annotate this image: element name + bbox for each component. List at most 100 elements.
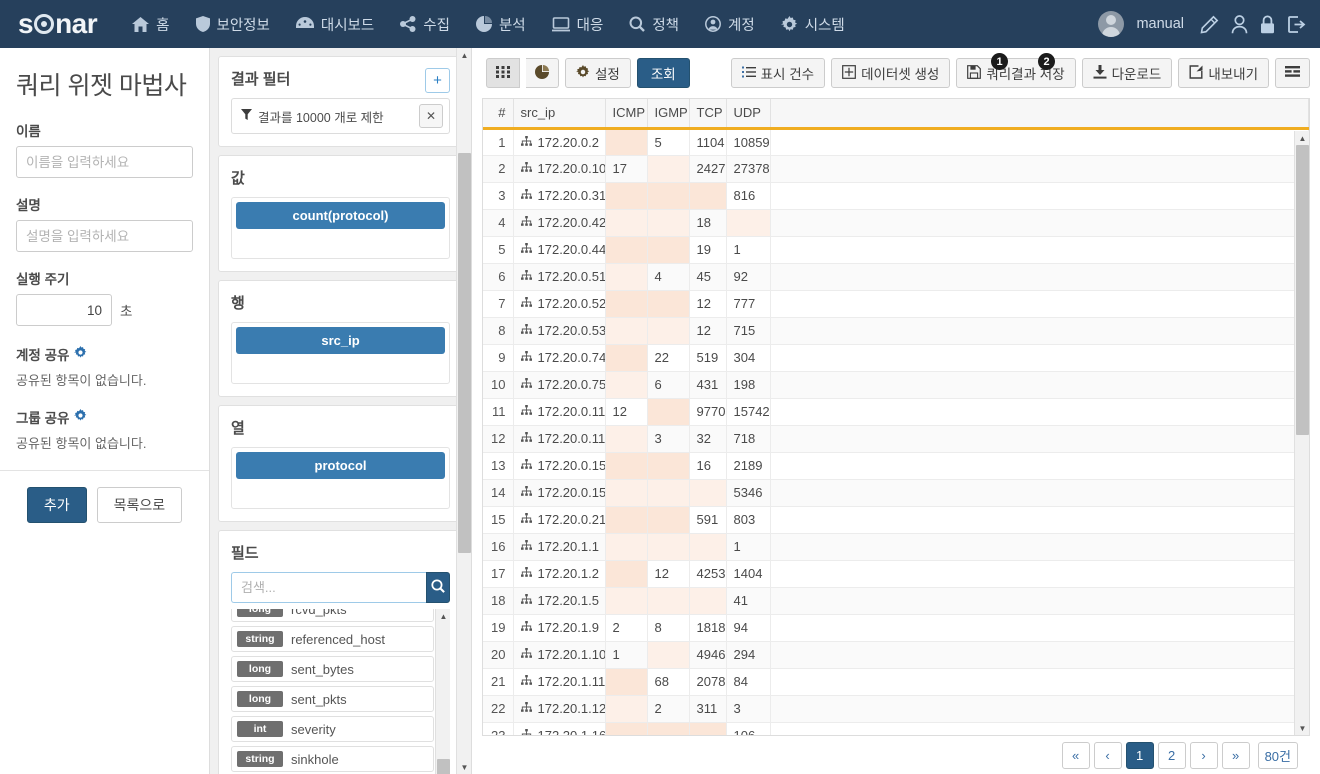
settings-button[interactable]: 설정	[565, 58, 631, 88]
list-item[interactable]: int severity	[231, 716, 434, 742]
cell-src-ip[interactable]: 172.20.0.42	[513, 209, 606, 237]
list-item[interactable]: string sinkhole	[231, 746, 434, 772]
interval-input[interactable]	[16, 294, 112, 326]
cell-src-ip[interactable]: 172.20.0.11	[513, 425, 606, 453]
table-row[interactable]: 4 172.20.0.42 18	[483, 209, 1309, 237]
table-row[interactable]: 3 172.20.0.31 816	[483, 182, 1309, 210]
col-header-icmp[interactable]: ICMP	[605, 99, 648, 130]
avatar[interactable]	[1098, 11, 1125, 37]
save-query-result-button[interactable]: 쿼리결과 저장	[956, 58, 1076, 88]
gear-icon[interactable]	[74, 346, 87, 362]
page-1-button[interactable]: 1	[1125, 741, 1154, 769]
gear-icon[interactable]	[74, 409, 87, 425]
table-row[interactable]: 16 172.20.1.1 1	[483, 533, 1309, 561]
col-header-tcp[interactable]: TCP	[689, 99, 727, 130]
table-row[interactable]: 12 172.20.0.11 3 32 718	[483, 425, 1309, 453]
table-row[interactable]: 20 172.20.1.10 1 4946 294	[483, 641, 1309, 669]
cell-src-ip[interactable]: 172.20.1.10	[513, 641, 606, 669]
list-item[interactable]: long sent_bytes	[231, 656, 434, 682]
table-row[interactable]: 17 172.20.1.2 12 4253 1404	[483, 560, 1309, 588]
table-row[interactable]: 9 172.20.0.74 22 519 304	[483, 344, 1309, 372]
table-row[interactable]: 21 172.20.1.11 68 2078 84	[483, 668, 1309, 696]
scroll-down-icon[interactable]: ▼	[1295, 721, 1309, 735]
lock-icon[interactable]	[1260, 15, 1275, 34]
col-header-src-ip[interactable]: src_ip	[513, 99, 606, 130]
nav-item-collect[interactable]: 수집	[387, 8, 463, 41]
page-first-button[interactable]: «	[1061, 741, 1090, 769]
list-item[interactable]: long rcvd_pkts	[231, 609, 434, 622]
query-button[interactable]: 조회	[636, 58, 690, 88]
scrollbar-thumb[interactable]	[437, 759, 450, 774]
cell-src-ip[interactable]: 172.20.0.51	[513, 263, 606, 291]
cell-src-ip[interactable]: 172.20.0.74	[513, 344, 606, 372]
list-item[interactable]: string referenced_host	[231, 626, 434, 652]
cell-src-ip[interactable]: 172.20.1.5	[513, 587, 606, 615]
cell-src-ip[interactable]: 172.20.1.12	[513, 695, 606, 723]
table-row[interactable]: 6 172.20.0.51 4 45 92	[483, 263, 1309, 291]
cell-src-ip[interactable]: 172.20.1.2	[513, 560, 606, 588]
table-row[interactable]: 14 172.20.0.15 5346	[483, 479, 1309, 507]
export-button[interactable]: 내보내기	[1178, 58, 1269, 88]
col-header-igmp[interactable]: IGMP	[647, 99, 690, 130]
table-row[interactable]: 1 172.20.0.2 5 1104 10859	[483, 128, 1309, 156]
list-item[interactable]: long sent_pkts	[231, 686, 434, 712]
page-prev-button[interactable]: ‹	[1093, 741, 1122, 769]
nav-item-system[interactable]: 시스템	[768, 8, 858, 41]
remove-filter-button[interactable]: ✕	[419, 104, 443, 128]
page-next-button[interactable]: ›	[1189, 741, 1218, 769]
cell-src-ip[interactable]: 172.20.0.44	[513, 236, 606, 264]
table-row[interactable]: 5 172.20.0.44 19 1	[483, 236, 1309, 264]
cell-src-ip[interactable]: 172.20.0.52	[513, 290, 606, 318]
nav-item-home[interactable]: 홈	[119, 8, 182, 41]
table-row[interactable]: 11 172.20.0.1112 97705157424	[483, 398, 1309, 426]
nav-item-analysis[interactable]: 분석	[463, 8, 539, 41]
columns-dropzone[interactable]: protocol	[231, 447, 450, 509]
cell-src-ip[interactable]: 172.20.1.16	[513, 722, 606, 735]
cell-src-ip[interactable]: 172.20.0.75	[513, 371, 606, 399]
scroll-up-icon[interactable]: ▲	[457, 48, 471, 62]
table-row[interactable]: 10 172.20.0.75 6 431 198	[483, 371, 1309, 399]
cell-src-ip[interactable]: 172.20.1.11	[513, 668, 606, 696]
description-input[interactable]	[16, 220, 193, 252]
cell-src-ip[interactable]: 172.20.0.21	[513, 506, 606, 534]
cell-src-ip[interactable]: 172.20.0.2	[513, 128, 606, 156]
scrollbar-thumb[interactable]	[1296, 145, 1309, 435]
cell-src-ip[interactable]: 172.20.0.53	[513, 317, 606, 345]
table-row[interactable]: 2 172.20.0.1017 24277273785	[483, 155, 1309, 183]
grid-view-button[interactable]	[486, 58, 520, 88]
field-search-input[interactable]	[231, 572, 426, 603]
scroll-up-icon[interactable]: ▲	[1295, 131, 1309, 145]
cell-src-ip[interactable]: 172.20.0.15	[513, 479, 606, 507]
column-pill[interactable]: protocol	[236, 452, 445, 479]
cell-src-ip[interactable]: 172.20.0.10	[513, 155, 606, 183]
cell-src-ip[interactable]: 172.20.1.1	[513, 533, 606, 561]
page-last-button[interactable]: »	[1221, 741, 1250, 769]
app-logo[interactable]: s nar	[18, 10, 98, 38]
display-count-button[interactable]: 표시 건수	[730, 58, 826, 88]
scroll-down-icon[interactable]: ▼	[457, 760, 471, 774]
page-2-button[interactable]: 2	[1157, 741, 1186, 769]
chart-view-button[interactable]	[526, 58, 559, 88]
table-row[interactable]: 22 172.20.1.12 2 311 3	[483, 695, 1309, 723]
rows-dropzone[interactable]: src_ip	[231, 322, 450, 384]
pencil-icon[interactable]	[1200, 15, 1219, 34]
values-dropzone[interactable]: count(protocol)	[231, 197, 450, 259]
create-dataset-button[interactable]: 데이터셋 생성	[831, 58, 951, 88]
total-count-badge[interactable]: 80건	[1257, 741, 1298, 769]
nav-item-response[interactable]: 대응	[539, 8, 617, 41]
cell-src-ip[interactable]: 172.20.0.15	[513, 452, 606, 480]
table-scrollbar[interactable]: ▲ ▼	[1294, 131, 1309, 735]
scroll-up-icon[interactable]: ▲	[436, 609, 450, 623]
nav-item-policy[interactable]: 정책	[616, 8, 692, 41]
add-button[interactable]: 추가	[26, 487, 87, 523]
nav-item-dashboard[interactable]: 대시보드	[283, 8, 387, 41]
col-header-index[interactable]: #	[483, 99, 514, 130]
col-header-udp[interactable]: UDP	[726, 99, 771, 130]
config-panel-scrollbar[interactable]: ▲ ▼	[456, 48, 471, 774]
user-icon[interactable]	[1231, 14, 1248, 34]
download-button[interactable]: 다운로드	[1081, 58, 1173, 88]
cell-src-ip[interactable]: 172.20.0.11	[513, 398, 606, 426]
table-row[interactable]: 15 172.20.0.21 591 803	[483, 506, 1309, 534]
cell-src-ip[interactable]: 172.20.1.9	[513, 614, 606, 642]
filter-chip[interactable]: 결과를 10000 개로 제한 ✕	[231, 98, 450, 134]
